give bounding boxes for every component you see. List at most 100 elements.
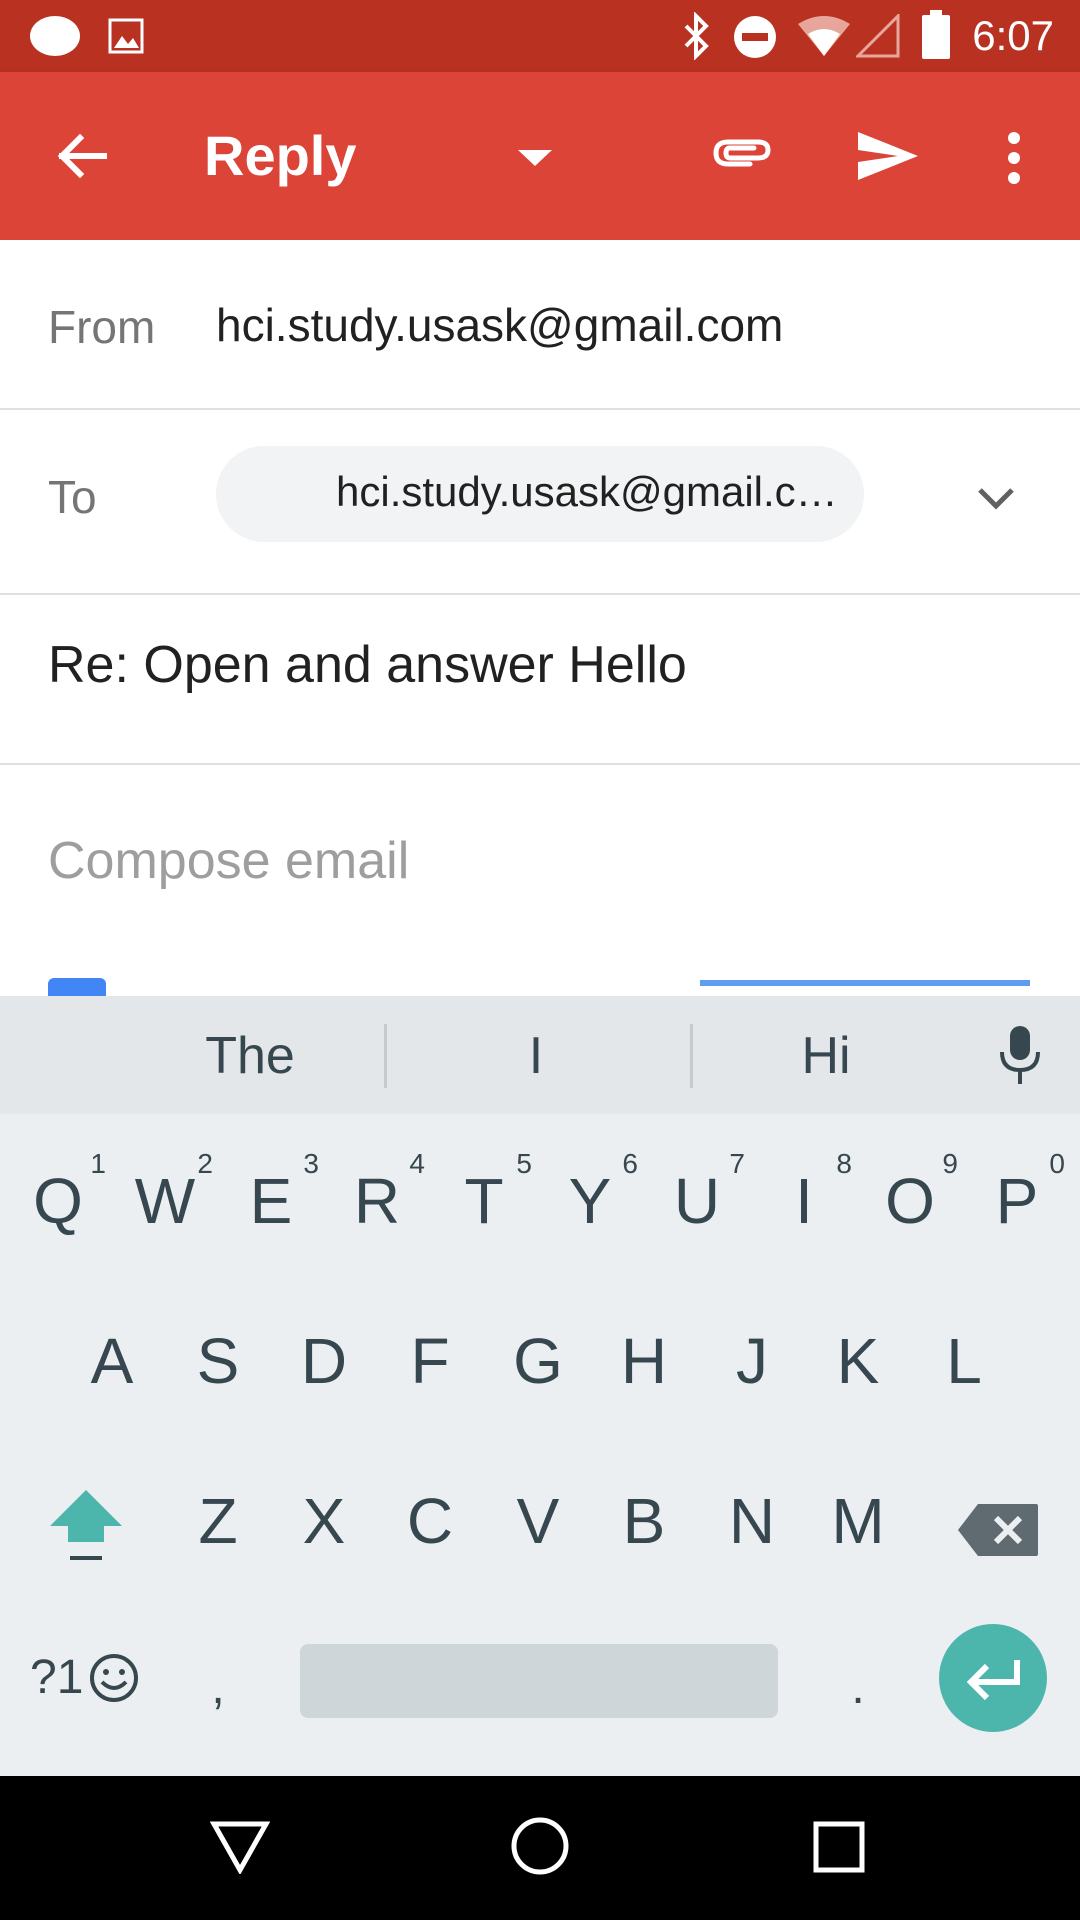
more-vert-icon[interactable] bbox=[1000, 130, 1028, 186]
key-hint: 4 bbox=[409, 1148, 425, 1179]
key-label: U bbox=[673, 1165, 721, 1237]
key-label: H bbox=[620, 1325, 668, 1397]
home-nav-icon[interactable] bbox=[510, 1816, 570, 1876]
key-hint: 7 bbox=[729, 1148, 745, 1179]
key-hint: 2 bbox=[197, 1148, 213, 1179]
key-q[interactable]: Q1 bbox=[8, 1136, 108, 1266]
app-bar: Reply bbox=[0, 72, 1080, 240]
key-hint: 3 bbox=[303, 1148, 319, 1179]
recents-nav-icon[interactable] bbox=[812, 1820, 866, 1874]
key-e[interactable]: E3 bbox=[221, 1136, 321, 1266]
from-account[interactable]: hci.study.usask@gmail.com bbox=[216, 298, 783, 352]
key-hint: 5 bbox=[516, 1148, 532, 1179]
key-f[interactable]: F bbox=[380, 1296, 480, 1426]
to-row[interactable]: To hci.study.usask@gmail.c… bbox=[0, 410, 1080, 595]
key-p[interactable]: P0 bbox=[967, 1136, 1067, 1266]
attach-icon[interactable] bbox=[710, 130, 776, 176]
enter-key[interactable] bbox=[939, 1624, 1047, 1732]
key-label: L bbox=[946, 1325, 982, 1397]
suggestion-bar: The I Hi bbox=[0, 996, 1080, 1114]
recipient-chip[interactable]: hci.study.usask@gmail.c… bbox=[216, 446, 864, 542]
back-arrow-icon[interactable] bbox=[52, 126, 112, 186]
screen-title[interactable]: Reply bbox=[204, 120, 357, 192]
dropdown-icon[interactable] bbox=[516, 146, 554, 170]
wifi-icon bbox=[798, 16, 850, 56]
key-t[interactable]: T5 bbox=[434, 1136, 534, 1266]
subject-field[interactable]: Re: Open and answer Hello bbox=[48, 635, 687, 695]
key-v[interactable]: V bbox=[488, 1456, 588, 1586]
key-label: Q bbox=[33, 1165, 83, 1237]
send-icon[interactable] bbox=[854, 126, 922, 186]
key-label: X bbox=[302, 1485, 346, 1557]
to-label: To bbox=[48, 471, 97, 523]
key-label: R bbox=[353, 1165, 401, 1237]
expand-recipients-icon[interactable] bbox=[976, 484, 1016, 514]
key-u[interactable]: U7 bbox=[647, 1136, 747, 1266]
back-nav-icon[interactable] bbox=[210, 1818, 270, 1874]
key-s[interactable]: S bbox=[168, 1296, 268, 1426]
key-label: S bbox=[196, 1325, 240, 1397]
key-label: W bbox=[134, 1165, 196, 1237]
from-row[interactable]: From hci.study.usask@gmail.com bbox=[0, 240, 1080, 410]
bluetooth-icon bbox=[684, 12, 709, 60]
key-hint: 1 bbox=[90, 1148, 106, 1179]
compose-body[interactable]: Compose email bbox=[0, 765, 1080, 996]
key-g[interactable]: G bbox=[488, 1296, 588, 1426]
key-y[interactable]: Y6 bbox=[540, 1136, 640, 1266]
suggestion-divider bbox=[384, 1024, 387, 1088]
microphone-icon[interactable] bbox=[996, 1024, 1044, 1086]
emoji-icon bbox=[90, 1654, 138, 1702]
comma-key[interactable]: , bbox=[168, 1616, 268, 1746]
battery-icon bbox=[922, 10, 950, 59]
key-label: B bbox=[622, 1485, 666, 1557]
key-c[interactable]: C bbox=[380, 1456, 480, 1586]
key-z[interactable]: Z bbox=[168, 1456, 268, 1586]
spacebar[interactable] bbox=[300, 1644, 778, 1718]
key-k[interactable]: K bbox=[808, 1296, 908, 1426]
key-r[interactable]: R4 bbox=[327, 1136, 427, 1266]
key-m[interactable]: M bbox=[808, 1456, 908, 1586]
compose-email-field[interactable]: Compose email bbox=[48, 831, 409, 891]
key-label: , bbox=[211, 1661, 225, 1714]
key-label: Y bbox=[568, 1165, 612, 1237]
backspace-icon bbox=[958, 1504, 1038, 1556]
suggestion-3[interactable]: Hi bbox=[726, 1026, 926, 1086]
backspace-key[interactable] bbox=[940, 1466, 1060, 1596]
key-label: . bbox=[851, 1661, 865, 1714]
key-o[interactable]: O9 bbox=[860, 1136, 960, 1266]
key-label: N bbox=[728, 1485, 776, 1557]
image-icon bbox=[108, 18, 144, 54]
notification-icon bbox=[30, 16, 80, 56]
key-d[interactable]: D bbox=[274, 1296, 374, 1426]
do-not-disturb-icon bbox=[734, 16, 776, 58]
key-label: K bbox=[836, 1325, 880, 1397]
key-hint: 8 bbox=[836, 1148, 852, 1179]
key-hint: 9 bbox=[942, 1148, 958, 1179]
key-i[interactable]: I8 bbox=[754, 1136, 854, 1266]
keyboard: The I Hi Q1 W2 E3 R4 T5 Y6 U7 I8 O9 P0 A… bbox=[0, 996, 1080, 1776]
key-label: O bbox=[885, 1165, 935, 1237]
key-a[interactable]: A bbox=[62, 1296, 162, 1426]
status-time: 6:07 bbox=[972, 12, 1054, 59]
shift-key[interactable] bbox=[30, 1466, 140, 1596]
key-label: T bbox=[464, 1165, 504, 1237]
partial-checkbox bbox=[48, 978, 106, 998]
key-l[interactable]: L bbox=[914, 1296, 1014, 1426]
key-label: A bbox=[90, 1325, 134, 1397]
key-label: V bbox=[516, 1485, 560, 1557]
symbols-key[interactable]: ?1 bbox=[24, 1624, 154, 1734]
key-w[interactable]: W2 bbox=[115, 1136, 215, 1266]
period-key[interactable]: . bbox=[808, 1616, 908, 1746]
key-label: F bbox=[410, 1325, 450, 1397]
key-n[interactable]: N bbox=[702, 1456, 802, 1586]
key-b[interactable]: B bbox=[594, 1456, 694, 1586]
key-h[interactable]: H bbox=[594, 1296, 694, 1426]
key-j[interactable]: J bbox=[702, 1296, 802, 1426]
subject-row[interactable]: Re: Open and answer Hello bbox=[0, 595, 1080, 765]
key-label: P bbox=[995, 1165, 1039, 1237]
from-label: From bbox=[48, 301, 156, 353]
key-x[interactable]: X bbox=[274, 1456, 374, 1586]
suggestion-1[interactable]: The bbox=[150, 1026, 350, 1086]
key-label: Z bbox=[198, 1485, 238, 1557]
suggestion-2[interactable]: I bbox=[436, 1026, 636, 1086]
